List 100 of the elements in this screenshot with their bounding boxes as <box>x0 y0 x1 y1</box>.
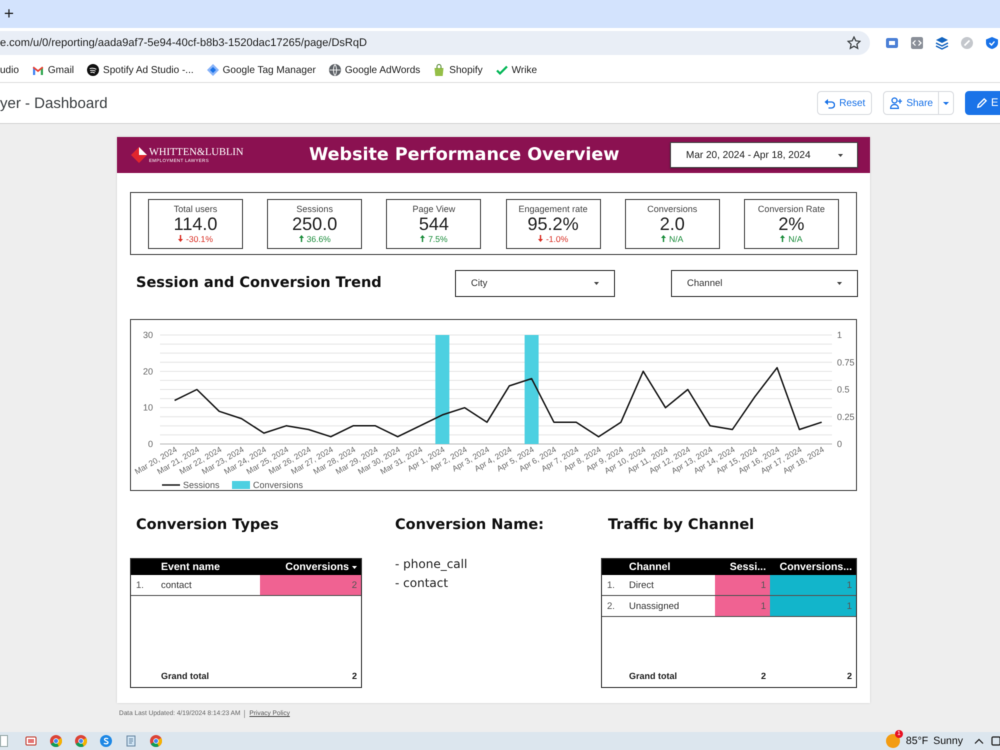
diamond-icon <box>206 64 219 76</box>
caret-icon <box>838 154 843 156</box>
change-text: -30.1% <box>186 234 213 244</box>
pencil-icon <box>977 98 987 108</box>
total-value: 2 <box>760 670 767 683</box>
total-value: 2 <box>846 670 853 683</box>
date-range-dropdown[interactable]: Mar 20, 2024 - Apr 18, 2024 <box>670 142 858 168</box>
row-number: 2. <box>606 600 616 614</box>
logo-name: WHITTEN&LUBLIN <box>149 147 244 158</box>
arrow-down-icon <box>178 235 184 242</box>
tile-icon[interactable] <box>885 36 899 50</box>
row-number: 1. <box>135 578 145 592</box>
edit-button[interactable]: E <box>965 91 1000 115</box>
picture-frame-icon[interactable] <box>25 735 37 747</box>
layers-icon[interactable] <box>935 36 949 50</box>
arrow-up-icon <box>661 235 666 242</box>
scorecard-value: 2% <box>778 214 804 234</box>
weather-text: Sunny <box>933 735 963 747</box>
browser-icon[interactable] <box>75 735 87 747</box>
column-header[interactable]: Sessi... <box>715 559 770 575</box>
share-button[interactable]: Share <box>883 91 939 115</box>
list-item: - contact <box>395 575 448 592</box>
check-icon <box>496 64 508 76</box>
table-cell: 1 <box>715 596 770 616</box>
list-item: - phone_call <box>395 556 468 573</box>
change-text: N/A <box>788 234 803 244</box>
table-cell: 1 <box>715 575 770 595</box>
sun-icon[interactable] <box>886 734 900 748</box>
new-tab-button[interactable]: + <box>4 6 14 22</box>
bookmark-link[interactable]: Spotify Ad Studio -... <box>87 61 194 79</box>
total-label: Grand total <box>628 670 678 683</box>
total-label: Grand total <box>160 670 210 683</box>
scorecard-label: Conversions <box>647 204 698 214</box>
bookmark-link[interactable]: udio <box>0 61 19 79</box>
legend-swatch-icon <box>232 481 250 489</box>
change-text: 7.5% <box>428 234 448 244</box>
chevron-up-icon[interactable] <box>974 738 984 744</box>
dashboard-title: Website Performance Overview <box>309 145 620 165</box>
shopping-bag-icon <box>433 64 446 76</box>
code-icon[interactable] <box>910 36 924 50</box>
dashboard-name: yer - Dashboard <box>0 94 109 112</box>
bookmark-link[interactable]: Google AdWords <box>328 61 420 79</box>
row-number: 1. <box>606 578 616 592</box>
table-cell-text: Direct <box>628 578 655 592</box>
axis-label: 20 <box>142 366 153 376</box>
filter-dropdown[interactable]: City <box>455 270 615 296</box>
arrow-down-icon <box>538 235 543 242</box>
scorecard-value: 250.0 <box>292 214 338 234</box>
axis-label: 30 <box>142 330 153 340</box>
bookmark-link[interactable]: Google Tag Manager <box>206 61 316 79</box>
axis-label: 0 <box>148 439 153 449</box>
sort-caret-icon <box>352 566 357 568</box>
bookmark-link[interactable]: Wrike <box>496 61 538 79</box>
axis-label: 10 <box>142 402 153 413</box>
address-bar[interactable]: e.com/u/0/reporting/aada9af7-5e94-40cf-b8b3-1520dac17265/page/DsRqD <box>0 31 870 55</box>
change-text: -1.0% <box>546 234 568 244</box>
scorecard-value: 95.2% <box>528 214 579 234</box>
scorecard-value: 544 <box>418 214 449 234</box>
table-cell-text: contact <box>160 578 193 592</box>
scorecard-label: Conversion Rate <box>758 204 825 214</box>
caret-icon <box>837 282 842 284</box>
scorecard-label: Engagement rate <box>518 204 588 214</box>
arrow-up-icon <box>298 235 304 242</box>
axis-label: 0.75 <box>837 357 855 368</box>
section-title: Conversion Types <box>136 516 279 534</box>
arrow-up-icon <box>780 235 786 242</box>
bookmark-link[interactable]: Shopify <box>433 61 483 79</box>
column-header[interactable]: Event name <box>153 559 260 575</box>
sound-waves-icon <box>87 64 100 76</box>
filter-dropdown[interactable]: Channel <box>671 270 858 296</box>
table-cell: 1 <box>770 575 856 595</box>
section-title: Session and Conversion Trend <box>136 274 382 292</box>
browser-icon[interactable] <box>50 735 62 747</box>
app-icon[interactable] <box>100 735 112 747</box>
table-cell: 1 <box>770 596 856 616</box>
legend-label: Conversions <box>253 480 304 490</box>
scorecard-value: 2.0 <box>660 214 685 234</box>
axis-label: 1 <box>837 330 842 340</box>
axis-label: 0.5 <box>837 384 850 394</box>
caret-icon <box>594 282 599 284</box>
change-text: 36.6% <box>306 234 331 244</box>
browser-icon[interactable] <box>150 735 162 747</box>
notepad-icon[interactable] <box>125 735 137 747</box>
temperature-text: 85°F <box>906 735 928 747</box>
axis-label: 0 <box>837 439 842 449</box>
star-icon[interactable] <box>847 36 861 50</box>
bookmark-link[interactable]: Gmail <box>32 61 74 79</box>
column-header[interactable]: Conversions... <box>770 559 856 575</box>
column-header[interactable]: Channel <box>621 559 715 575</box>
table-cell: 2 <box>260 575 361 595</box>
arrow-up-icon <box>420 235 426 242</box>
window-icon[interactable] <box>0 735 8 747</box>
reset-button[interactable]: Reset <box>817 91 872 115</box>
scorecard-value: 114.0 <box>174 214 218 234</box>
shield-icon[interactable] <box>985 36 999 50</box>
section-title: Conversion Name: <box>395 516 544 534</box>
legend-line-icon <box>162 484 180 486</box>
scorecard-label: Page View <box>412 204 456 214</box>
dropdown-button[interactable] <box>939 91 954 115</box>
column-header[interactable]: Conversions <box>260 559 361 575</box>
